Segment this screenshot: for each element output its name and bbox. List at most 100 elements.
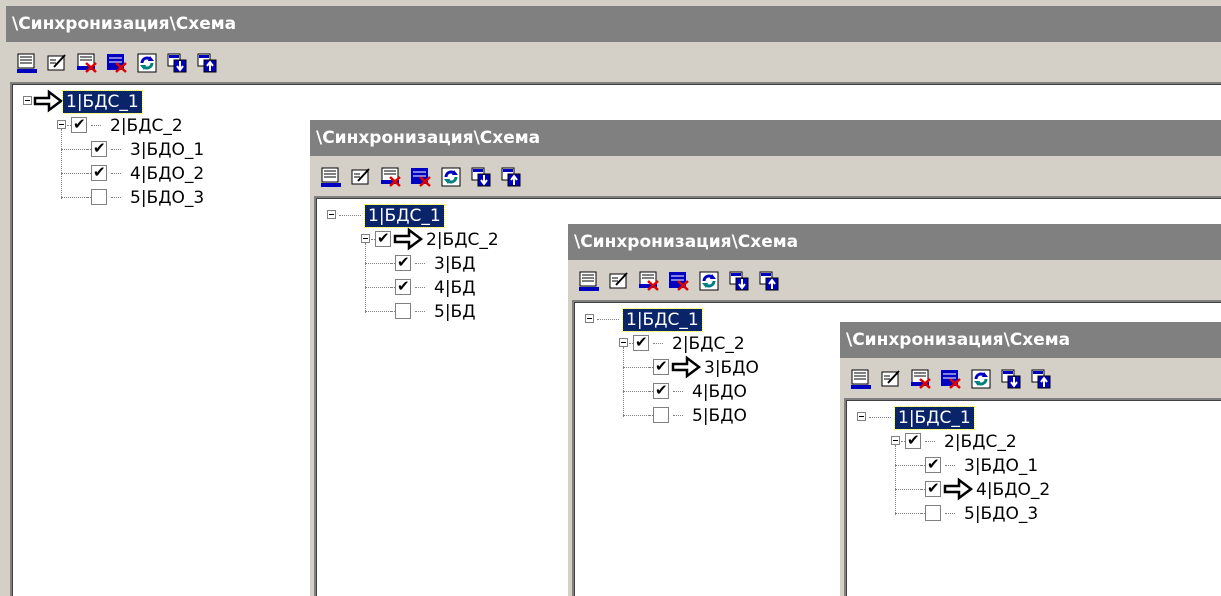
edit-button[interactable] <box>350 166 372 188</box>
collapse-toggle[interactable] <box>891 436 900 445</box>
edit-icon <box>880 370 902 394</box>
list-button[interactable] <box>578 270 600 292</box>
delete-all-button[interactable] <box>940 368 962 390</box>
node-checkbox[interactable]: ✔ <box>91 163 107 181</box>
delete-record-button[interactable] <box>380 166 402 188</box>
node-label[interactable]: 4|БДО_2 <box>973 479 1053 501</box>
delete-record-icon <box>910 369 932 394</box>
collapse-toggle[interactable] <box>857 412 866 421</box>
tree-connector <box>91 125 101 126</box>
node-label[interactable]: 4|БДО_2 <box>127 163 207 185</box>
check-mark-icon: ✔ <box>73 115 86 133</box>
node-label[interactable]: 2|БДС_2 <box>107 115 186 137</box>
delete-record-button[interactable] <box>76 52 98 74</box>
export-button[interactable] <box>1030 368 1052 390</box>
node-label[interactable]: 1|БДС_1 <box>894 406 975 430</box>
collapse-toggle[interactable] <box>57 120 66 129</box>
node-label[interactable]: 1|БДС_1 <box>62 90 143 114</box>
import-button[interactable] <box>728 270 750 292</box>
export-icon <box>500 167 522 192</box>
edit-button[interactable] <box>608 270 630 292</box>
delete-all-button[interactable] <box>668 270 690 292</box>
tree-connector <box>61 197 87 198</box>
check-mark-icon: ✔ <box>397 277 410 295</box>
node-label[interactable]: 1|БДС_1 <box>364 204 445 228</box>
tree-connector <box>623 367 649 368</box>
node-checkbox[interactable]: ✔ <box>375 229 391 247</box>
node-checkbox[interactable] <box>925 505 941 521</box>
node-label[interactable]: 3|БД <box>431 253 479 275</box>
tree-node[interactable]: ✔ 4|БДО_2 <box>847 477 1221 501</box>
delete-record-button[interactable] <box>638 270 660 292</box>
collapse-toggle[interactable] <box>23 96 32 105</box>
import-icon <box>470 167 492 192</box>
tree-node[interactable]: ✔ 3|БДО_1 <box>847 455 1221 477</box>
refresh-button[interactable] <box>970 368 992 390</box>
node-checkbox[interactable]: ✔ <box>71 115 87 133</box>
edit-button[interactable] <box>880 368 902 390</box>
export-button[interactable] <box>758 270 780 292</box>
node-checkbox[interactable]: ✔ <box>653 357 669 375</box>
node-checkbox[interactable] <box>395 303 411 319</box>
tree-connector <box>365 263 391 264</box>
tree-node[interactable]: ✔ 2|БДС_2 <box>847 431 1221 453</box>
node-label[interactable]: 3|БДО_1 <box>961 455 1041 477</box>
collapse-toggle[interactable] <box>619 338 628 347</box>
tree-connector <box>415 263 425 264</box>
refresh-button[interactable] <box>136 52 158 74</box>
node-checkbox[interactable]: ✔ <box>633 333 649 351</box>
import-icon <box>1000 369 1022 394</box>
check-mark-icon: ✔ <box>377 229 390 247</box>
list-button[interactable] <box>16 52 38 74</box>
schema-tree[interactable]: 1|БДС_1 ✔ 2|БДС_2 ✔ 3|БДО_1 ✔ 4|БДО_2 5|БДО_3 <box>844 398 1221 596</box>
node-checkbox[interactable] <box>91 189 107 205</box>
import-button[interactable] <box>470 166 492 188</box>
edit-button[interactable] <box>46 52 68 74</box>
node-label[interactable]: 1|БДС_1 <box>622 308 703 332</box>
node-checkbox[interactable]: ✔ <box>925 479 941 497</box>
node-label[interactable]: 5|БДО_3 <box>961 503 1041 525</box>
delete-all-button[interactable] <box>106 52 128 74</box>
node-label[interactable]: 5|БДО_3 <box>127 187 207 209</box>
import-button[interactable] <box>1000 368 1022 390</box>
refresh-button[interactable] <box>698 270 720 292</box>
tree-node[interactable]: 1|БДС_1 <box>847 406 1221 430</box>
delete-all-icon <box>410 168 432 192</box>
node-label[interactable]: 5|БД <box>431 301 479 323</box>
window-title: \Синхронизация\Схема <box>568 224 1221 260</box>
collapse-toggle[interactable] <box>361 234 370 243</box>
import-button[interactable] <box>166 52 188 74</box>
collapse-toggle[interactable] <box>585 314 594 323</box>
list-icon <box>320 167 342 192</box>
node-checkbox[interactable] <box>653 407 669 423</box>
tree-node[interactable]: 1|БДС_1 <box>13 89 1221 114</box>
node-checkbox[interactable]: ✔ <box>395 277 411 295</box>
tree-connector <box>623 415 649 416</box>
refresh-button[interactable] <box>440 166 462 188</box>
list-button[interactable] <box>320 166 342 188</box>
node-label[interactable]: 4|БДО <box>689 381 750 403</box>
node-checkbox[interactable]: ✔ <box>91 139 107 157</box>
tree-node[interactable]: 5|БДО_3 <box>847 503 1221 525</box>
node-checkbox[interactable]: ✔ <box>925 455 941 473</box>
schema-window-4: \Синхронизация\Схема 1|БДС_1 ✔ 2|БДС_2 ✔ 3|БД… <box>840 322 1221 596</box>
tree-connector <box>895 489 921 490</box>
node-label[interactable]: 2|БДС_2 <box>669 333 748 355</box>
export-button[interactable] <box>500 166 522 188</box>
node-checkbox[interactable]: ✔ <box>905 431 921 449</box>
export-button[interactable] <box>196 52 218 74</box>
collapse-toggle[interactable] <box>327 210 336 219</box>
list-button[interactable] <box>850 368 872 390</box>
tree-connector <box>415 287 425 288</box>
delete-all-button[interactable] <box>410 166 432 188</box>
delete-record-button[interactable] <box>910 368 932 390</box>
node-checkbox[interactable]: ✔ <box>395 253 411 271</box>
node-label[interactable]: 4|БД <box>431 277 479 299</box>
node-label[interactable]: 2|БДС_2 <box>941 431 1020 453</box>
node-checkbox[interactable]: ✔ <box>653 381 669 399</box>
node-label[interactable]: 3|БДО_1 <box>127 139 207 161</box>
node-label[interactable]: 2|БДС_2 <box>423 229 502 251</box>
node-label[interactable]: 5|БДО <box>689 405 750 427</box>
node-label[interactable]: 3|БДО <box>701 357 762 379</box>
toolbar <box>840 358 1221 398</box>
